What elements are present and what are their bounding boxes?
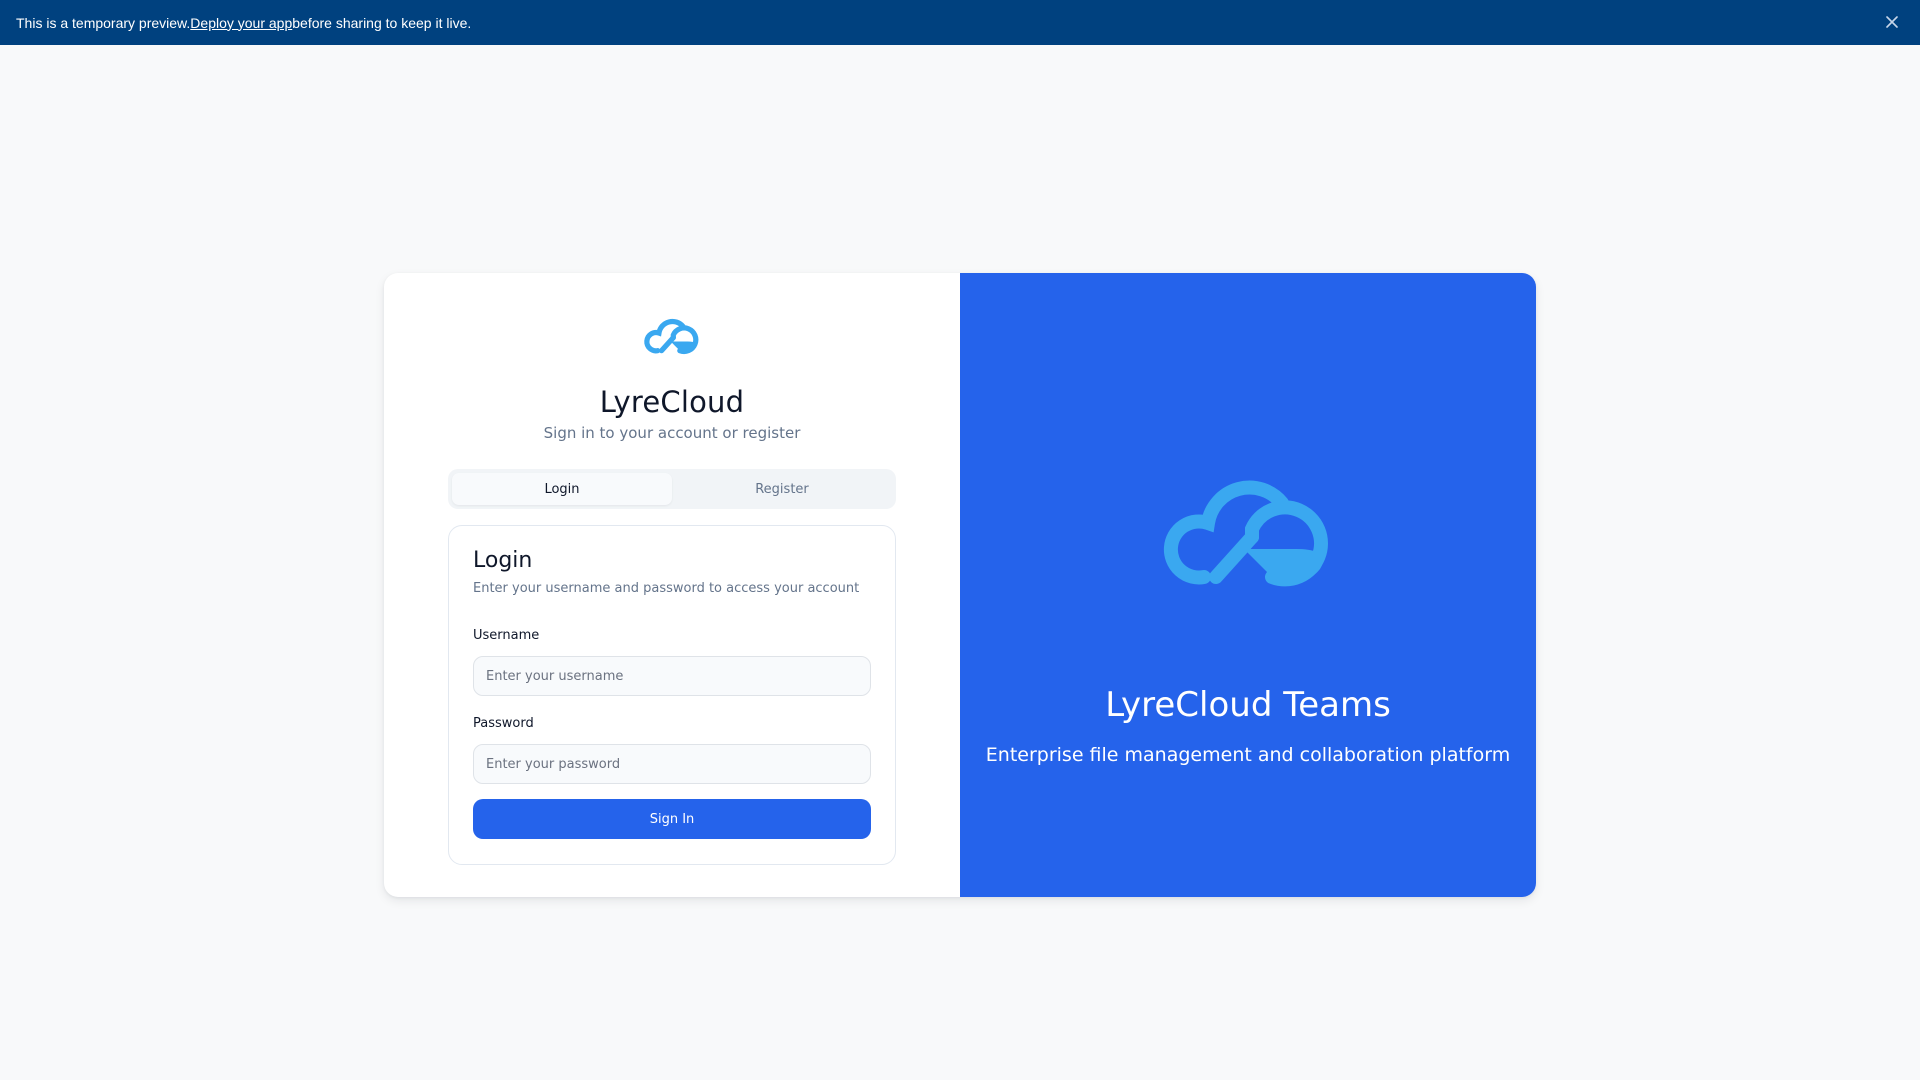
username-input[interactable] (473, 656, 871, 696)
tab-register[interactable]: Register (672, 473, 892, 505)
promo-title: LyreCloud Teams (1105, 685, 1391, 725)
app-title: LyreCloud (599, 385, 745, 419)
auth-card: LyreCloud Sign in to your account or reg… (384, 273, 1536, 897)
preview-banner: This is a temporary preview. Deploy your… (0, 0, 1920, 45)
close-icon (1886, 16, 1898, 28)
cloud-logo-icon (644, 318, 699, 354)
form-description: Enter your username and password to acce… (473, 581, 860, 596)
sign-in-button[interactable]: Sign In (473, 799, 871, 839)
auth-panel: LyreCloud Sign in to your account or reg… (384, 273, 960, 897)
login-form: Login Enter your username and password t… (448, 525, 896, 865)
tab-login[interactable]: Login (452, 473, 672, 505)
promo-panel: LyreCloud Teams Enterprise file manageme… (960, 273, 1536, 897)
password-input[interactable] (473, 744, 871, 784)
promo-subtitle: Enterprise file management and collabora… (985, 744, 1511, 766)
banner-text-start: This is a temporary preview. (16, 14, 191, 31)
banner-close-button[interactable] (1882, 12, 1902, 32)
form-title: Login (473, 548, 533, 573)
banner-text-end: before sharing to keep it live. (292, 14, 472, 31)
cloud-logo-large-icon (1163, 480, 1328, 587)
password-label: Password (473, 716, 534, 731)
username-label: Username (473, 628, 540, 643)
deploy-app-link[interactable]: Deploy your app (190, 15, 292, 31)
app-subtitle: Sign in to your account or register (543, 424, 801, 442)
auth-tabs: Login Register (448, 469, 896, 509)
